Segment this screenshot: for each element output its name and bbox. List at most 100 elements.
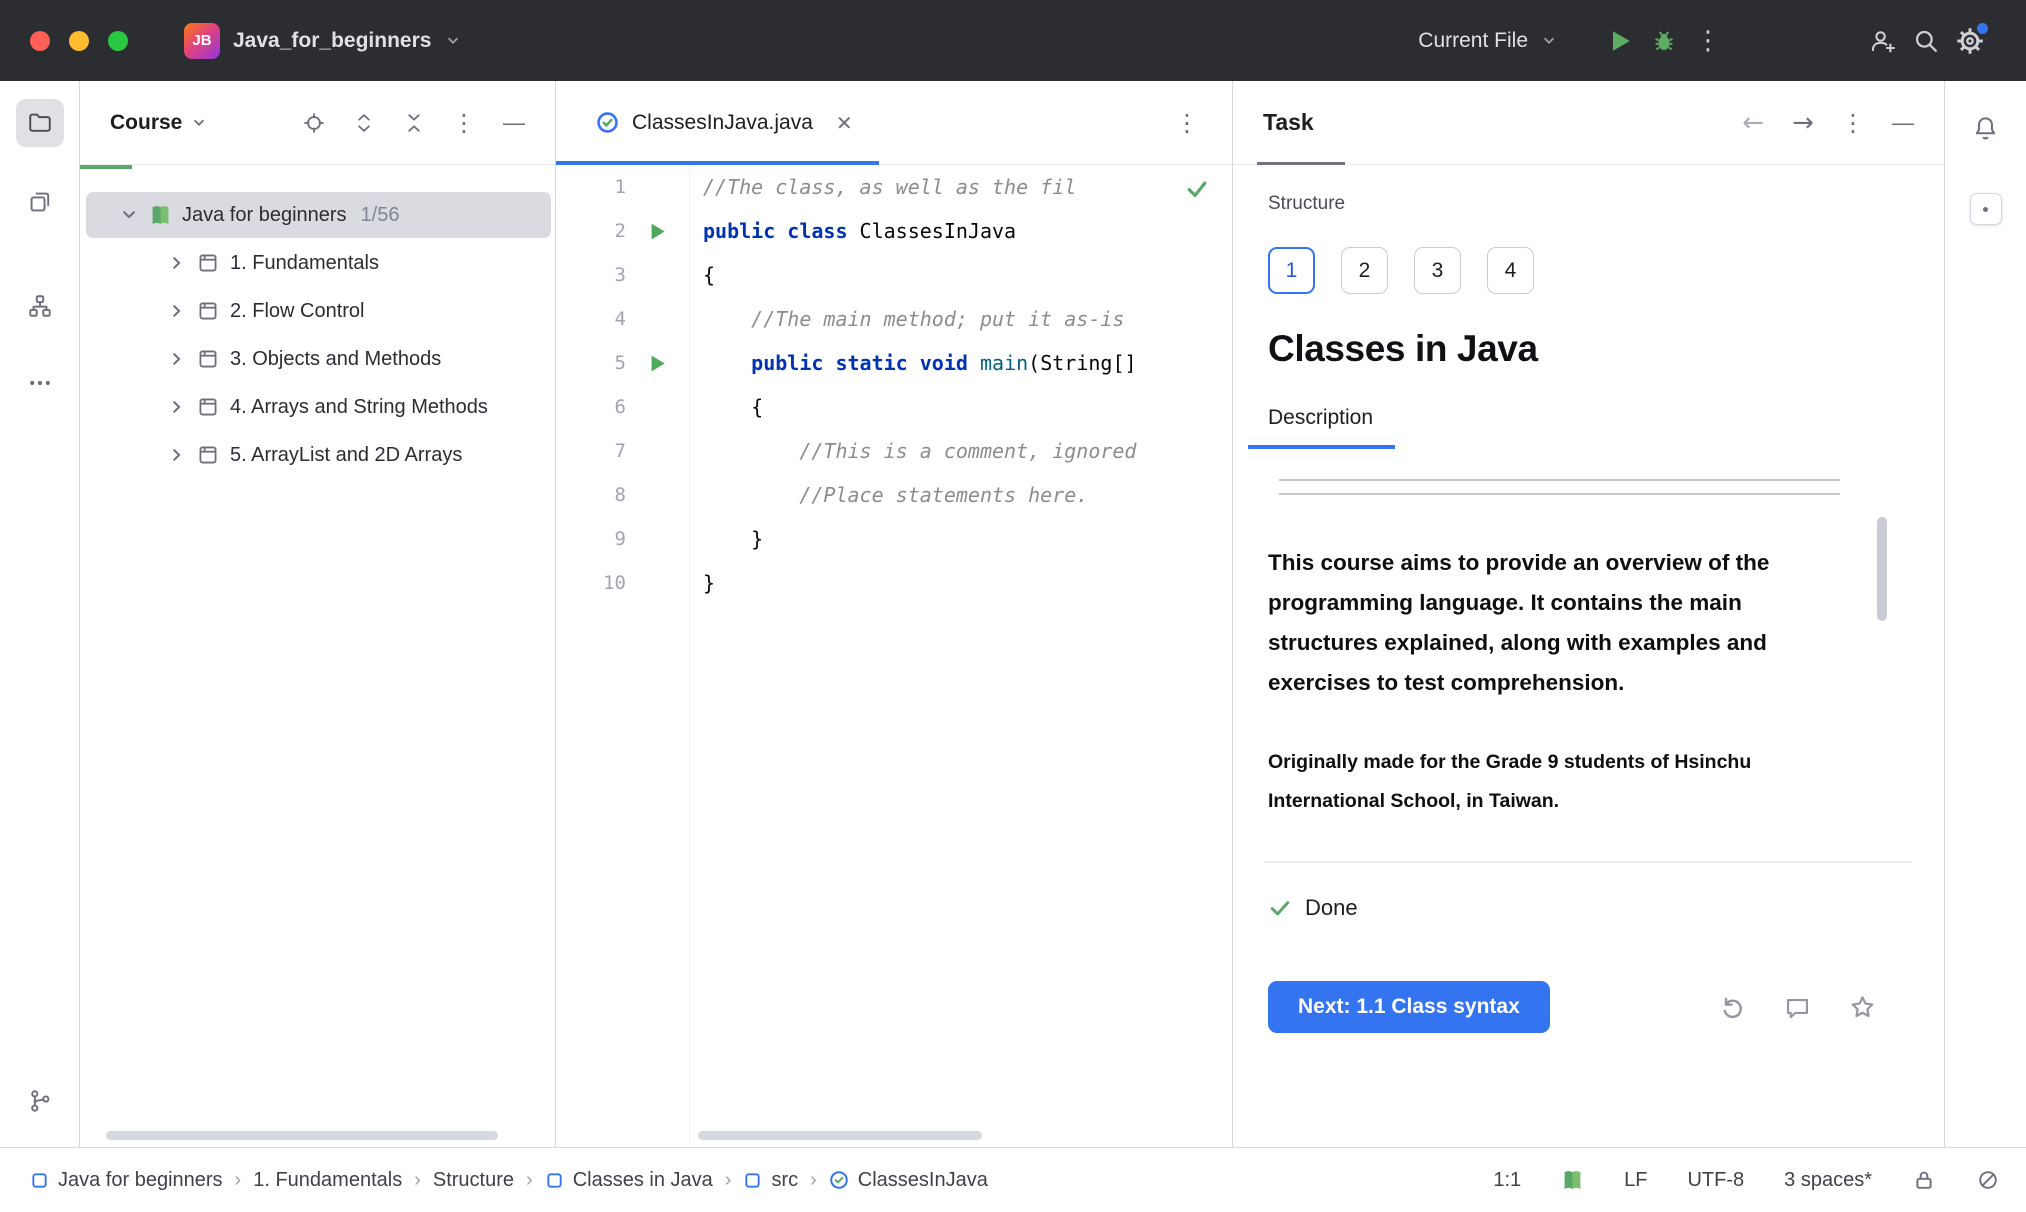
breadcrumb-item[interactable]: Java for beginners <box>30 1169 223 1192</box>
code-editor[interactable]: 1 //The class, as well as the fil 2 public … <box>556 165 1232 1147</box>
breadcrumb-item[interactable]: src <box>743 1169 798 1192</box>
chevron-down-icon[interactable] <box>114 204 144 226</box>
class-icon <box>829 1170 849 1190</box>
tab-description[interactable]: Description <box>1248 406 1396 449</box>
breadcrumb-item[interactable]: ClassesInJava <box>829 1169 988 1192</box>
settings-icon[interactable] <box>1948 19 1992 63</box>
tree-item[interactable]: Java for beginners 1/56 <box>80 191 555 239</box>
readonly-lock-icon[interactable] <box>1912 1168 1936 1192</box>
course-progress-bar <box>80 165 555 169</box>
minimize-window-button[interactable] <box>69 30 89 51</box>
code-text: //This is a comment, ignored <box>703 439 1137 463</box>
folder-icon[interactable] <box>15 99 64 147</box>
code-line[interactable]: 10} <box>556 561 1232 605</box>
tree-item[interactable]: 1. Fundamentals <box>80 239 555 287</box>
hide-icon[interactable]: — <box>495 104 533 142</box>
horizontal-scrollbar[interactable] <box>698 1131 982 1140</box>
chevron-right-icon[interactable] <box>162 444 192 466</box>
hide-icon[interactable]: — <box>1884 104 1922 142</box>
more-icon[interactable]: ⋮ <box>445 104 483 142</box>
close-icon[interactable]: ✕ <box>836 111 853 135</box>
breadcrumb-item[interactable]: 1. Fundamentals <box>253 1169 402 1192</box>
run-configuration-selector[interactable]: Current File <box>1418 29 1558 53</box>
close-window-button[interactable] <box>30 30 50 51</box>
encoding-widget[interactable]: UTF-8 <box>1687 1169 1744 1192</box>
chevron-right-icon[interactable] <box>162 396 192 418</box>
error-stripe-icon[interactable] <box>1976 1168 2000 1192</box>
git-branch-icon[interactable] <box>16 1077 64 1125</box>
locate-icon[interactable] <box>295 104 333 142</box>
course-panel-title[interactable]: Course <box>110 111 208 135</box>
project-widget[interactable]: JB Java_for_beginners <box>184 22 462 59</box>
inspection-ok-icon[interactable] <box>1178 173 1216 205</box>
vertical-scrollbar[interactable] <box>1877 517 1887 621</box>
more-icon[interactable] <box>16 359 64 407</box>
task-panel-title[interactable]: Task <box>1263 109 1314 136</box>
titlebar: JB Java_for_beginners Current File ⋮ <box>0 0 2026 81</box>
breadcrumb-item[interactable]: Classes in Java <box>545 1169 713 1192</box>
reset-icon[interactable] <box>1719 994 1746 1021</box>
copies-icon[interactable] <box>16 178 64 226</box>
run-icon[interactable] <box>1598 19 1642 63</box>
more-icon[interactable]: ⋮ <box>1834 104 1872 142</box>
tree-item[interactable]: 4. Arrays and String Methods <box>80 383 555 431</box>
comment-icon[interactable] <box>1784 994 1811 1021</box>
search-icon[interactable] <box>1904 19 1948 63</box>
tree-item-count: 1/56 <box>360 203 400 226</box>
horizontal-scrollbar[interactable] <box>106 1131 498 1140</box>
next-task-button[interactable]: Next: 1.1 Class syntax <box>1268 981 1550 1033</box>
chevron-right-icon[interactable] <box>162 300 192 322</box>
run-line-icon[interactable] <box>626 353 689 374</box>
editor-more-icon[interactable]: ⋮ <box>1168 104 1206 142</box>
star-icon[interactable] <box>1849 994 1876 1021</box>
bell-icon[interactable] <box>1967 109 2005 147</box>
check-icon <box>1268 896 1292 920</box>
code-line[interactable]: 7 //This is a comment, ignored <box>556 429 1232 473</box>
task-step-3[interactable]: 3 <box>1414 247 1461 294</box>
code-line[interactable]: 9 } <box>556 517 1232 561</box>
line-number: 8 <box>614 484 626 506</box>
breadcrumbs: Java for beginners › 1. Fundamentals › Struc… <box>30 1169 988 1192</box>
back-icon[interactable]: ← <box>1734 104 1772 142</box>
task-header-actions: ← → ⋮ — <box>1734 104 1922 142</box>
breadcrumb-item[interactable]: Structure <box>433 1169 514 1192</box>
zoom-window-button[interactable] <box>108 30 128 51</box>
forward-icon[interactable]: → <box>1784 104 1822 142</box>
debug-icon[interactable] <box>1642 19 1686 63</box>
task-step-1[interactable]: 1 <box>1268 247 1315 294</box>
chevron-right-icon[interactable] <box>162 348 192 370</box>
module-icon <box>545 1171 564 1190</box>
tree-item[interactable]: 2. Flow Control <box>80 287 555 335</box>
chevron-right-icon[interactable] <box>162 252 192 274</box>
expand-all-icon[interactable] <box>345 104 383 142</box>
caret-position[interactable]: 1:1 <box>1493 1169 1521 1192</box>
more-icon[interactable]: ⋮ <box>1686 19 1730 63</box>
tool-window-stripe-button[interactable] <box>1969 193 2002 225</box>
add-user-icon[interactable] <box>1860 19 1904 63</box>
code-line[interactable]: 6 { <box>556 385 1232 429</box>
collapse-all-icon[interactable] <box>395 104 433 142</box>
chevron-down-icon <box>1540 32 1558 50</box>
course-book-icon[interactable] <box>1561 1169 1584 1192</box>
code-line[interactable]: 8 //Place statements here. <box>556 473 1232 517</box>
tab-classesinjava[interactable]: ClassesInJava.java ✕ <box>556 81 879 165</box>
tree-item[interactable]: 5. ArrayList and 2D Arrays <box>80 431 555 479</box>
code-line[interactable]: 2 public class ClassesInJava <box>556 209 1232 253</box>
task-step-4[interactable]: 4 <box>1487 247 1534 294</box>
code-line[interactable]: 3{ <box>556 253 1232 297</box>
breadcrumb-label: 1. Fundamentals <box>253 1168 403 1191</box>
structure-icon[interactable] <box>16 282 64 330</box>
breadcrumb-separator: › <box>414 1168 421 1191</box>
code-line[interactable]: 5 public static void main(String[] <box>556 341 1232 385</box>
line-number: 6 <box>614 396 626 418</box>
code-line[interactable]: 4 //The main method; put it as-is <box>556 297 1232 341</box>
indent-widget[interactable]: 3 spaces* <box>1784 1169 1872 1192</box>
breadcrumb-label: Structure <box>432 1168 515 1191</box>
activity-bar <box>0 81 80 1147</box>
task-step-2[interactable]: 2 <box>1341 247 1388 294</box>
breadcrumb-label: Classes in Java <box>572 1168 713 1191</box>
tree-item[interactable]: 3. Objects and Methods <box>80 335 555 383</box>
code-line[interactable]: 1 //The class, as well as the fil <box>556 165 1232 209</box>
run-line-icon[interactable] <box>626 221 689 242</box>
line-separator-widget[interactable]: LF <box>1624 1169 1647 1192</box>
